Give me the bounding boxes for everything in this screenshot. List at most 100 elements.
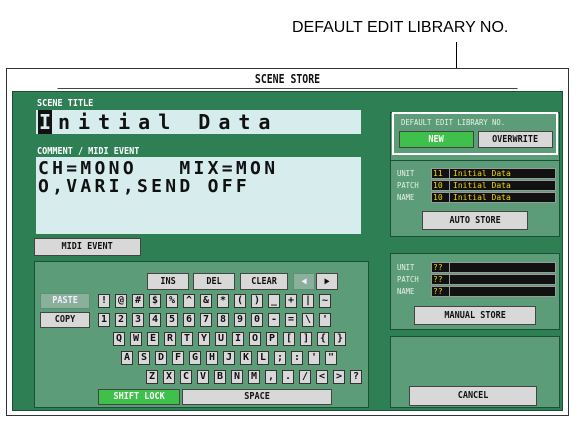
manual-patch-value: ?? (431, 274, 556, 285)
keyboard-key[interactable]: 4 (149, 313, 161, 327)
keyboard-key[interactable]: Z (146, 370, 158, 384)
keyboard-key[interactable]: B (214, 370, 226, 384)
cancel-button[interactable]: CANCEL (409, 386, 537, 406)
keyboard-key[interactable]: 2 (115, 313, 127, 327)
keyboard-key[interactable]: X (163, 370, 175, 384)
keyboard-key[interactable]: { (317, 332, 329, 346)
keyboard-key[interactable]: I (232, 332, 244, 346)
overwrite-button[interactable]: OVERWRITE (478, 131, 553, 148)
comment-field[interactable]: CH=MONO MIX=MON O,VARI,SEND OFF (36, 157, 361, 234)
keyboard-key[interactable]: J (223, 351, 235, 365)
keyboard-key[interactable]: _ (268, 294, 280, 308)
auto-patch-value: 10 Initial Data (431, 180, 556, 191)
keyboard-key[interactable]: K (240, 351, 252, 365)
keyboard-key[interactable]: = (285, 313, 297, 327)
keyboard-key[interactable]: N (231, 370, 243, 384)
text-cursor: I (38, 110, 52, 134)
cursor-left-button[interactable]: ◀ (293, 273, 315, 290)
keyboard-key[interactable]: S (138, 351, 150, 365)
auto-store-button[interactable]: AUTO STORE (422, 211, 528, 230)
keyboard-key[interactable]: : (291, 351, 303, 365)
keyboard-key[interactable]: 7 (200, 313, 212, 327)
keyboard-key[interactable]: " (325, 351, 337, 365)
new-button[interactable]: NEW (399, 131, 474, 148)
keyboard-key[interactable]: & (200, 294, 212, 308)
auto-patch-label: PATCH (397, 181, 419, 190)
keyboard-key[interactable]: D (155, 351, 167, 365)
midi-event-button[interactable]: MIDI EVENT (34, 238, 141, 256)
keyboard-key[interactable]: ~ (319, 294, 331, 308)
keyboard-key[interactable]: Q (113, 332, 125, 346)
scene-title-field[interactable]: Initial Data (36, 110, 361, 134)
manual-store-button[interactable]: MANUAL STORE (414, 306, 536, 325)
keyboard-key[interactable]: C (180, 370, 192, 384)
manual-patch-label: PATCH (397, 275, 419, 284)
keyboard-key[interactable]: G (189, 351, 201, 365)
keyboard-key[interactable]: ; (274, 351, 286, 365)
keyboard-key[interactable]: [ (283, 332, 295, 346)
keyboard-key[interactable]: * (217, 294, 229, 308)
keyboard-key[interactable]: - (268, 313, 280, 327)
keyboard-key[interactable]: H (206, 351, 218, 365)
keyboard-key[interactable]: 3 (132, 313, 144, 327)
copy-button[interactable]: COPY (40, 312, 90, 328)
keyboard-key[interactable]: T (181, 332, 193, 346)
scene-title-label: SCENE TITLE (37, 98, 94, 109)
keyboard-key[interactable]: ) (251, 294, 263, 308)
keyboard-key[interactable]: < (316, 370, 328, 384)
manual-name-label: NAME (397, 287, 415, 296)
keyboard-key[interactable]: 6 (183, 313, 195, 327)
keyboard-key[interactable]: M (248, 370, 260, 384)
keyboard-key[interactable]: 0 (251, 313, 263, 327)
manual-unit-label: UNIT (397, 263, 415, 272)
keyboard-key[interactable]: P (266, 332, 278, 346)
keyboard-key[interactable]: V (197, 370, 209, 384)
keyboard-key[interactable]: ' (308, 351, 320, 365)
auto-name-label: NAME (397, 193, 415, 202)
callout-label: DEFAULT EDIT LIBRARY NO. (292, 19, 509, 36)
del-button[interactable]: DEL (193, 273, 235, 290)
keyboard-key[interactable]: | (302, 294, 314, 308)
keyboard-key[interactable]: + (285, 294, 297, 308)
keyboard-key[interactable]: F (172, 351, 184, 365)
ins-button[interactable]: INS (147, 273, 189, 290)
paste-button[interactable]: PASTE (40, 293, 90, 309)
keyboard-key[interactable]: 5 (166, 313, 178, 327)
shift-lock-button[interactable]: SHIFT LOCK (98, 389, 180, 405)
keyboard-key[interactable]: ^ (183, 294, 195, 308)
keyboard-key[interactable]: $ (149, 294, 161, 308)
keyboard-key[interactable]: 9 (234, 313, 246, 327)
window-title: SCENE STORE (57, 69, 518, 89)
keyboard-key[interactable]: . (282, 370, 294, 384)
keyboard-key[interactable]: 1 (98, 313, 110, 327)
library-label: DEFAULT EDIT LIBRARY NO. (401, 118, 506, 127)
keyboard-key[interactable]: Y (198, 332, 210, 346)
auto-name-value: 10 Initial Data (431, 192, 556, 203)
keyboard-key[interactable]: % (166, 294, 178, 308)
keyboard-key[interactable]: E (147, 332, 159, 346)
keyboard-key[interactable]: @ (115, 294, 127, 308)
keyboard-key[interactable]: R (164, 332, 176, 346)
keyboard-key[interactable]: W (130, 332, 142, 346)
keyboard-key[interactable]: L (257, 351, 269, 365)
manual-unit-value: ?? (431, 262, 556, 273)
keyboard-key[interactable]: } (334, 332, 346, 346)
keyboard-key[interactable]: > (333, 370, 345, 384)
keyboard-key[interactable]: ( (234, 294, 246, 308)
keyboard-key[interactable]: A (121, 351, 133, 365)
keyboard-key[interactable]: ? (350, 370, 362, 384)
comment-label: COMMENT / MIDI EVENT (37, 146, 140, 157)
keyboard-key[interactable]: ! (98, 294, 110, 308)
space-button[interactable]: SPACE (182, 389, 332, 405)
keyboard-key[interactable]: O (249, 332, 261, 346)
keyboard-key[interactable]: 8 (217, 313, 229, 327)
keyboard-key[interactable]: U (215, 332, 227, 346)
keyboard-key[interactable]: / (299, 370, 311, 384)
keyboard-key[interactable]: ' (319, 313, 331, 327)
clear-button[interactable]: CLEAR (240, 273, 288, 290)
cursor-right-button[interactable]: ▶ (316, 273, 338, 290)
keyboard-key[interactable]: # (132, 294, 144, 308)
keyboard-key[interactable]: , (265, 370, 277, 384)
keyboard-key[interactable]: ] (300, 332, 312, 346)
keyboard-key[interactable]: \ (302, 313, 314, 327)
